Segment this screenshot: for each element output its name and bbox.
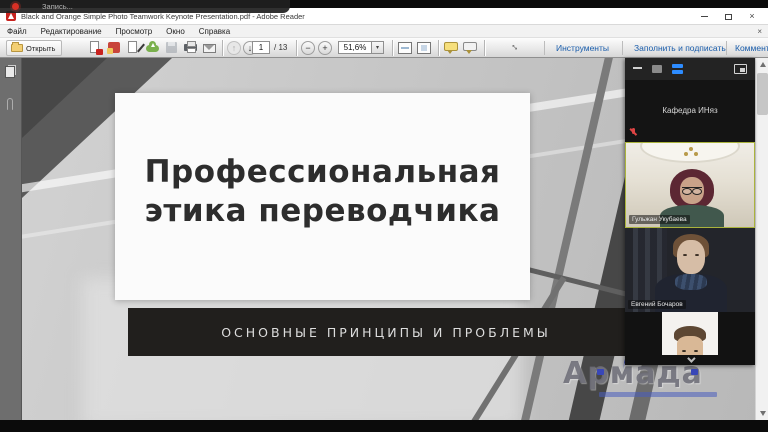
fill-sign-button[interactable]: Заполнить и подписать bbox=[626, 38, 734, 58]
folder-open-icon bbox=[11, 44, 23, 52]
create-pdf-icon[interactable] bbox=[88, 41, 103, 55]
logo-dot-icon bbox=[597, 369, 604, 375]
menu-window[interactable]: Окно bbox=[159, 25, 192, 37]
menu-file[interactable]: Файл bbox=[0, 25, 34, 37]
pip-view-icon[interactable] bbox=[734, 64, 747, 74]
zoom-out-button[interactable]: − bbox=[301, 41, 315, 55]
slide-subtitle: ОСНОВНЫЕ ПРИНЦИПЫ И ПРОБЛЕМЫ bbox=[221, 325, 551, 340]
screen: Black and Orange Simple Photo Teamwork K… bbox=[0, 0, 768, 432]
open-label: Открыть bbox=[26, 44, 55, 53]
slide-title-card: Профессиональная этика переводчика bbox=[115, 93, 530, 300]
participant-video bbox=[662, 312, 718, 355]
export-pdf-icon[interactable] bbox=[107, 41, 122, 55]
comments-button[interactable]: Комментарии bbox=[727, 38, 768, 58]
email-icon[interactable] bbox=[202, 41, 217, 55]
page-thumbnails-icon[interactable] bbox=[5, 66, 15, 78]
screen-bottom-bar bbox=[0, 420, 768, 432]
zoom-level-value[interactable]: 51,6% bbox=[338, 41, 372, 54]
tools-button[interactable]: Инструменты bbox=[548, 38, 617, 58]
highlight-comment-icon[interactable] bbox=[463, 42, 477, 51]
close-button[interactable]: × bbox=[740, 8, 764, 25]
video-tile-participant[interactable]: Евгений Бочаров bbox=[625, 228, 755, 312]
menubar: Файл Редактирование Просмотр Окно Справк… bbox=[0, 25, 768, 38]
save-icon[interactable] bbox=[164, 41, 179, 55]
video-tile-participant[interactable] bbox=[625, 312, 755, 355]
logo-tagline-bar bbox=[599, 392, 717, 397]
participant-name: Евгений Бочаров bbox=[628, 300, 686, 309]
participant-name: Кафедра ИНяз bbox=[625, 106, 755, 115]
meeting-panel-header bbox=[625, 58, 755, 80]
slide-title-line2: этика переводчика bbox=[115, 192, 530, 231]
scrollbar-thumb[interactable] bbox=[757, 73, 768, 115]
minimize-button[interactable] bbox=[692, 8, 716, 25]
menu-view[interactable]: Просмотр bbox=[109, 25, 160, 37]
gallery-view-icon[interactable] bbox=[672, 64, 683, 74]
scroll-down-icon[interactable] bbox=[756, 407, 768, 420]
chevron-down-icon bbox=[687, 354, 695, 362]
panel-minimize-icon[interactable] bbox=[633, 67, 642, 69]
slide-title-line1: Профессиональная bbox=[115, 153, 530, 192]
record-dot-icon bbox=[12, 3, 19, 10]
panel-collapse-bar[interactable] bbox=[625, 355, 755, 365]
menu-edit[interactable]: Редактирование bbox=[34, 25, 109, 37]
toolbar: Открыть ↑ ↓ / 13 − + 51,6% ▾ ↔ Инструмен… bbox=[0, 38, 768, 58]
sign-document-icon[interactable] bbox=[126, 41, 141, 55]
slide-subtitle-bar: ОСНОВНЫЕ ПРИНЦИПЫ И ПРОБЛЕМЫ bbox=[128, 308, 644, 356]
chandelier-decor bbox=[684, 147, 698, 157]
attachments-icon[interactable] bbox=[7, 98, 13, 110]
logo-dot-icon bbox=[691, 369, 698, 375]
recording-label: Запись... bbox=[42, 2, 73, 11]
menu-help[interactable]: Справка bbox=[192, 25, 237, 37]
sticky-note-icon[interactable] bbox=[444, 42, 458, 51]
recording-indicator: Запись... bbox=[0, 0, 290, 13]
slide-title: Профессиональная этика переводчика bbox=[115, 153, 530, 231]
participant-name: Гульжан Укубаева bbox=[629, 215, 690, 224]
menubar-close-icon[interactable]: × bbox=[757, 25, 762, 38]
scroll-up-icon[interactable] bbox=[756, 58, 768, 71]
fit-page-icon[interactable] bbox=[417, 42, 431, 54]
page-total-label: / 13 bbox=[274, 43, 287, 52]
maximize-button[interactable] bbox=[716, 8, 740, 25]
meeting-panel: Кафедра ИНяз Гульжан Укубаева Евгений Бо… bbox=[625, 58, 755, 365]
speaker-view-icon[interactable] bbox=[652, 65, 662, 73]
previous-page-button[interactable]: ↑ bbox=[227, 41, 241, 55]
video-tile-participant[interactable]: Гульжан Укубаева bbox=[625, 142, 755, 228]
zoom-in-button[interactable]: + bbox=[318, 41, 332, 55]
open-button[interactable]: Открыть bbox=[6, 40, 62, 56]
mic-muted-icon bbox=[630, 128, 636, 137]
fit-width-icon[interactable] bbox=[398, 42, 412, 54]
print-icon[interactable] bbox=[183, 41, 198, 55]
video-tile-room[interactable]: Кафедра ИНяз bbox=[625, 80, 755, 142]
fullscreen-mode-icon[interactable]: ↔ bbox=[505, 37, 525, 57]
zoom-dropdown-icon[interactable]: ▾ bbox=[372, 41, 384, 54]
upload-cloud-icon[interactable] bbox=[145, 41, 160, 55]
vertical-scrollbar[interactable] bbox=[755, 58, 768, 420]
page-number-input[interactable] bbox=[252, 41, 270, 54]
navigation-pane bbox=[0, 58, 22, 420]
